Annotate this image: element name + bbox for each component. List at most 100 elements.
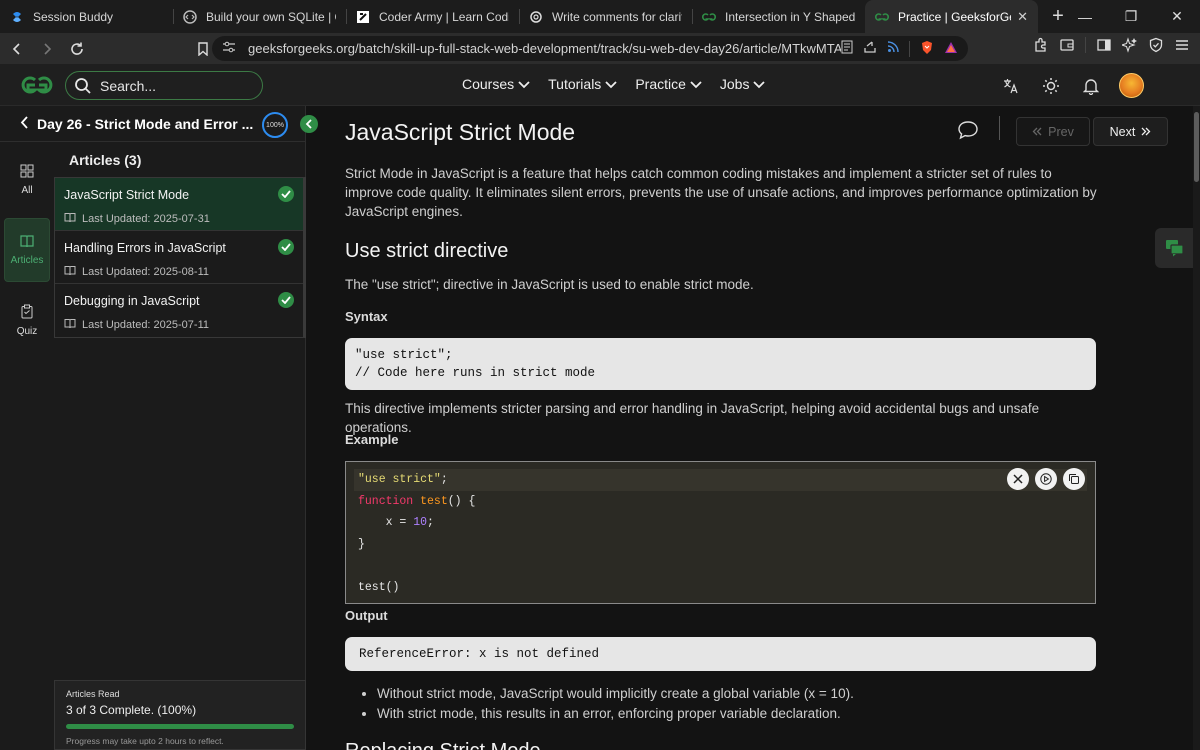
chat-icon[interactable] (1155, 228, 1195, 268)
forward-button[interactable] (34, 36, 60, 62)
double-chevron-left-icon (1032, 125, 1042, 139)
scrollbar-thumb[interactable] (1194, 112, 1199, 182)
close-tab-icon[interactable]: ✕ (1017, 9, 1028, 25)
gfg-icon (875, 10, 889, 24)
chevron-down-icon (690, 76, 702, 92)
gfg-logo[interactable] (18, 75, 56, 100)
rss-icon[interactable] (887, 41, 899, 56)
nav-courses[interactable]: Courses (462, 76, 530, 92)
next-button[interactable]: Next (1093, 117, 1168, 146)
code-line: function test() { (358, 494, 476, 508)
read-progress-bar (66, 724, 294, 729)
sidebar-tab-quiz[interactable]: Quiz (4, 288, 50, 352)
address-bar[interactable]: geeksforgeeks.org/batch/skill-up-full-st… (212, 36, 968, 61)
example-label: Example (345, 432, 399, 447)
nav-practice[interactable]: Practice (635, 76, 702, 92)
output-label: Output (345, 608, 388, 623)
syntax-label: Syntax (345, 309, 388, 324)
vpn-shield-icon[interactable] (1148, 37, 1164, 58)
browser-tab[interactable]: Coder Army | Learn Coding in I (346, 0, 519, 33)
code-line: "use strict"; (354, 469, 1087, 491)
minimize-button[interactable]: — (1062, 0, 1108, 33)
sidebar-header: Day 26 - Strict Mode and Error ... (0, 106, 306, 142)
chevron-left-icon[interactable] (20, 115, 29, 132)
gfg-icon (702, 10, 716, 24)
heading-use-strict: Use strict directive (345, 240, 509, 262)
user-avatar[interactable] (1119, 73, 1144, 98)
brave-shields-icon[interactable] (920, 40, 934, 58)
course-sidebar: Day 26 - Strict Mode and Error ... 100% … (0, 106, 318, 750)
list-item: Without strict mode, JavaScript would im… (377, 684, 854, 704)
collapse-sidebar-button[interactable] (300, 115, 318, 133)
chevron-down-icon (753, 76, 766, 92)
sidebar-tab-articles[interactable]: Articles (4, 218, 50, 282)
share-icon[interactable] (863, 40, 877, 57)
check-icon (278, 239, 294, 255)
articles-heading: Articles (3) (69, 152, 142, 168)
close-window-button[interactable]: ✕ (1154, 0, 1200, 33)
code-line: x = 10; (358, 516, 434, 529)
article-item-debugging[interactable]: Debugging in JavaScript Last Updated: 20… (55, 284, 303, 337)
search-icon (74, 77, 92, 95)
output-code-block: ReferenceError: x is not defined (345, 637, 1096, 671)
browser-tab-active[interactable]: Practice | GeeksforGeeks | ✕ (865, 0, 1038, 33)
coder-army-icon (356, 10, 370, 24)
site-settings-icon[interactable] (222, 41, 236, 56)
nav-jobs[interactable]: Jobs (720, 76, 766, 92)
explanation-list: Without strict mode, JavaScript would im… (363, 684, 854, 724)
directive-description: This directive implements stricter parsi… (345, 401, 1040, 435)
browser-tab[interactable]: Write comments for clarity (519, 0, 692, 33)
article-item-handling-errors[interactable]: Handling Errors in JavaScript Last Updat… (55, 231, 303, 284)
article-content: JavaScript Strict Mode Prev Next Strict … (307, 106, 1193, 750)
clipboard-icon (20, 304, 34, 322)
browser-tab-strip: Session Buddy Build your own SQLite | Co… (0, 0, 1200, 33)
directive-paragraph: The "use strict"; directive in JavaScrip… (345, 277, 754, 292)
syntax-code-block: "use strict"; // Code here runs in stric… (345, 338, 1096, 390)
menu-icon[interactable] (1174, 37, 1190, 58)
read-progress-fill (66, 724, 294, 729)
book-open-icon (64, 265, 76, 279)
example-code-editor[interactable]: "use strict"; function test() { x = 10; … (345, 461, 1096, 604)
back-button[interactable] (4, 36, 30, 62)
reload-button[interactable] (64, 36, 90, 62)
translate-icon[interactable] (999, 74, 1023, 98)
theme-toggle-icon[interactable] (1039, 74, 1063, 98)
browser-toolbar: geeksforgeeks.org/batch/skill-up-full-st… (0, 33, 1200, 64)
extensions-icon[interactable] (1033, 37, 1049, 58)
close-icon[interactable] (1007, 468, 1029, 490)
article-list: JavaScript Strict Mode Last Updated: 202… (54, 177, 306, 338)
wallet-icon[interactable] (1059, 37, 1075, 58)
book-open-icon (64, 212, 76, 226)
sidebar-tab-all[interactable]: All (4, 148, 50, 212)
leo-ai-icon[interactable] (1120, 37, 1138, 58)
codecrafters-icon (183, 9, 197, 24)
sidebar-toggle-icon[interactable] (1096, 37, 1112, 58)
url-text: geeksforgeeks.org/batch/skill-up-full-st… (248, 41, 841, 56)
list-item: With strict mode, this results in an err… (377, 704, 854, 724)
copy-icon[interactable] (1063, 468, 1085, 490)
heading-replacing-strict-mode: Replacing Strict Mode (345, 740, 541, 750)
maximize-button[interactable]: ❐ (1108, 0, 1154, 33)
check-icon (278, 186, 294, 202)
comment-icon[interactable] (957, 120, 979, 145)
page-scrollbar[interactable] (1193, 106, 1200, 750)
prev-button[interactable]: Prev (1016, 117, 1090, 146)
sidebar-title: Day 26 - Strict Mode and Error ... (37, 115, 254, 132)
search-box[interactable]: Search... (65, 71, 263, 100)
browser-tab[interactable]: Intersection in Y Shaped Lists | (692, 0, 865, 33)
browser-tab[interactable]: Session Buddy (0, 0, 173, 33)
browser-tab[interactable]: Build your own SQLite | CodeC (173, 0, 346, 33)
check-icon (278, 292, 294, 308)
openai-icon (529, 10, 543, 24)
brave-rewards-icon[interactable] (944, 41, 958, 57)
chevron-down-icon (605, 76, 617, 92)
search-placeholder: Search... (100, 77, 157, 94)
reader-mode-icon[interactable] (841, 40, 853, 57)
double-chevron-right-icon (1141, 125, 1151, 139)
session-buddy-icon (10, 10, 24, 24)
notification-bell-icon[interactable] (1079, 74, 1103, 98)
article-item-strict-mode[interactable]: JavaScript Strict Mode Last Updated: 202… (55, 178, 303, 231)
nav-tutorials[interactable]: Tutorials (548, 76, 617, 92)
run-icon[interactable] (1035, 468, 1057, 490)
